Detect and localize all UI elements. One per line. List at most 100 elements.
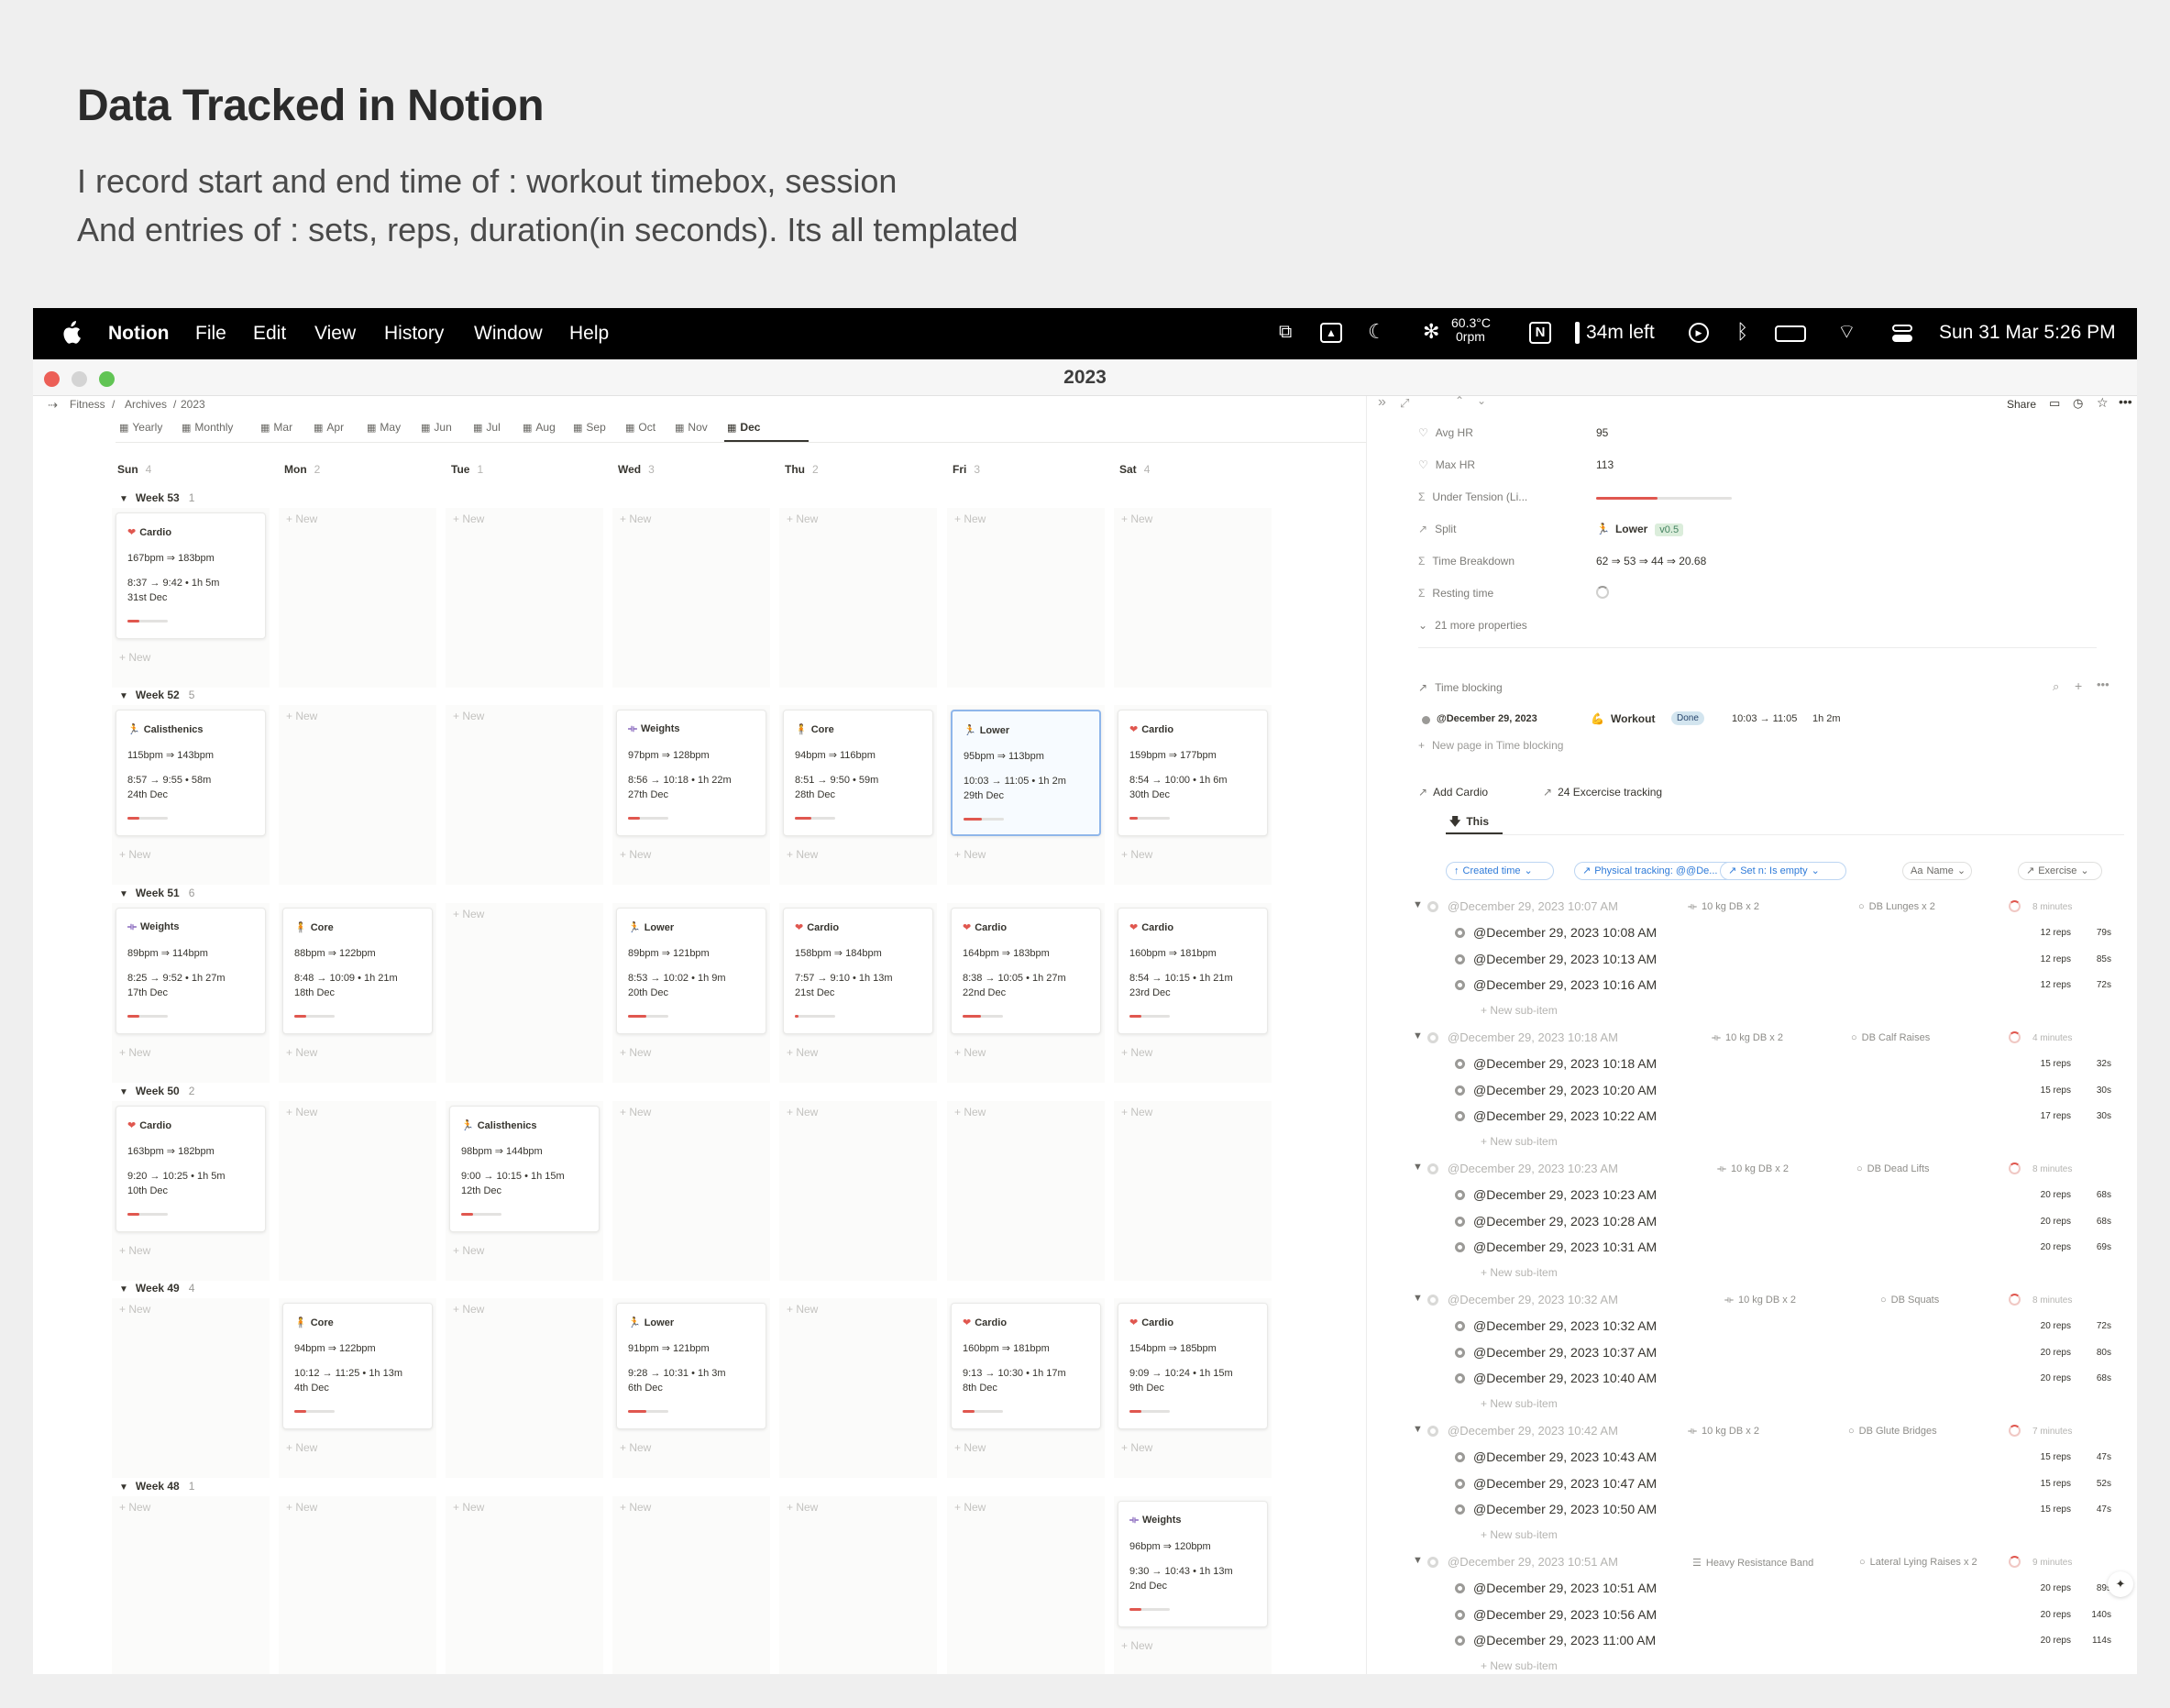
new-card-button[interactable]: + New [119,1046,150,1059]
workout-card[interactable]: ⟛ Weights 97bpm ⇒ 128bpm 8:56 → 10:18 • 1h … [616,710,766,836]
sidebar-collapse-icon[interactable]: » [1378,396,1386,411]
new-card-button[interactable]: + New [620,1501,651,1514]
favorite-star-icon[interactable]: ☆ [2097,396,2109,411]
more-options-icon[interactable]: ••• [2119,396,2132,409]
view-tab-nov[interactable]: ▦ Nov [675,421,708,434]
workout-card[interactable]: 🏃 Lower 91bpm ⇒ 121bpm 9:28 → 10:31 • 1h 3m… [616,1303,766,1429]
view-tab-sep[interactable]: ▦ Sep [573,421,606,434]
subitem-row[interactable]: @December 29, 2023 10:16 AM 12 reps 72s [1455,977,2124,997]
view-tab-yearly[interactable]: ▦ Yearly [119,421,162,434]
chevron-down-icon[interactable]: ▼ [119,889,128,899]
new-sub-item-button[interactable]: + New sub-item [1481,1135,1558,1148]
subitem-group-row[interactable]: ▼ @December 29, 2023 10:32 AM ⟛ 10 kg DB x … [1413,1293,2128,1311]
workout-card[interactable]: 🧍 Core 94bpm ⇒ 116bpm 8:51 → 9:50 • 59m 28th… [783,710,933,836]
new-card-button[interactable]: + New [453,1303,484,1316]
property-row[interactable]: Σ Under Tension (Li... [1418,490,1527,503]
week-header[interactable]: ▼ Week 52 5 [119,689,194,701]
week-header[interactable]: ▼ Week 51 6 [119,887,194,899]
view-tab-monthly[interactable]: ▦ Monthly [182,421,233,434]
subitem-row[interactable]: @December 29, 2023 10:32 AM 20 reps 72s [1455,1318,2124,1339]
add-cardio-link[interactable]: ↗ Add Cardio [1418,786,1488,799]
workout-card[interactable]: ❤ Cardio 158bpm ⇒ 184bpm 7:57 → 9:10 • 1h 1… [783,908,933,1034]
wifi-icon[interactable]: ⌔ [1837,319,1856,345]
chevron-down-icon[interactable]: ▼ [119,691,128,701]
new-sub-item-button[interactable]: + New sub-item [1481,1004,1558,1017]
new-card-button[interactable]: + New [1121,1106,1152,1118]
new-card-button[interactable]: + New [787,1046,818,1059]
new-card-button[interactable]: + New [453,908,484,920]
filter-pill[interactable]: ↑ Created time ⌄ [1446,862,1554,880]
subitem-row[interactable]: @December 29, 2023 10:56 AM 20 reps 140s [1455,1607,2124,1627]
week-header[interactable]: ▼ Week 48 1 [119,1480,194,1493]
bluetooth-icon[interactable]: ᛒ [1736,320,1748,344]
new-card-button[interactable]: + New [286,1501,317,1514]
chevron-down-icon[interactable]: ▼ [119,494,128,504]
new-card-button[interactable]: + New [1121,512,1152,525]
new-card-button[interactable]: + New [620,848,651,861]
nav-up-icon[interactable]: ⌃ [1455,396,1464,407]
chevron-down-icon[interactable]: ▼ [1413,1424,1423,1435]
menu-window[interactable]: Window [474,323,543,345]
new-card-button[interactable]: + New [620,1106,651,1118]
split-value[interactable]: 🏃 Lower v0.5 [1596,523,1684,536]
more-properties-toggle[interactable]: ⌄ 21 more properties [1418,619,1527,632]
subitem-row[interactable]: @December 29, 2023 10:37 AM 20 reps 80s [1455,1345,2124,1365]
subitem-row[interactable]: @December 29, 2023 10:31 AM 20 reps 69s [1455,1240,2124,1260]
new-sub-item-button[interactable]: + New sub-item [1481,1266,1558,1279]
time-blocking-header[interactable]: ↗ Time blocking [1418,681,1503,694]
battery-icon[interactable] [1775,325,1806,342]
subitem-row[interactable]: @December 29, 2023 11:00 AM 20 reps 114s [1455,1633,2124,1653]
view-tab-apr[interactable]: ▦ Apr [314,421,344,434]
fan-icon[interactable]: ✻ [1423,320,1439,344]
property-row[interactable]: ↗ Split [1418,523,1456,535]
view-tab-jun[interactable]: ▦ Jun [421,421,452,434]
new-card-button[interactable]: + New [954,512,986,525]
menubar-clock[interactable]: Sun 31 Mar 5:26 PM [1939,322,2116,344]
share-button[interactable]: Share [2007,398,2036,411]
subitem-group-row[interactable]: ▼ @December 29, 2023 10:23 AM ⟛ 10 kg DB x … [1413,1162,2128,1180]
apple-logo-icon[interactable] [61,321,81,345]
ai-assist-button[interactable]: ✦ [2108,1571,2133,1597]
new-page-time-blocking[interactable]: + New page in Time blocking [1418,739,1563,752]
menu-edit[interactable]: Edit [253,323,286,345]
new-card-button[interactable]: + New [620,1046,651,1059]
time-block-name[interactable]: Workout [1611,712,1655,725]
chevron-down-icon[interactable]: ▼ [119,1087,128,1097]
new-card-button[interactable]: + New [119,1244,150,1257]
subitem-row[interactable]: @December 29, 2023 10:13 AM 12 reps 85s [1455,952,2124,972]
new-card-button[interactable]: + New [1121,1046,1152,1059]
subitem-row[interactable]: @December 29, 2023 10:22 AM 17 reps 30s [1455,1108,2124,1129]
workout-card[interactable]: ⟛ Weights 96bpm ⇒ 120bpm 9:30 → 10:43 • 1h … [1118,1501,1268,1627]
workout-card[interactable]: ❤ Cardio 160bpm ⇒ 181bpm 9:13 → 10:30 • 1h … [951,1303,1101,1429]
menu-view[interactable]: View [314,323,356,345]
subitem-row[interactable]: @December 29, 2023 10:28 AM 20 reps 68s [1455,1214,2124,1234]
workout-card[interactable]: ❤ Cardio 159bpm ⇒ 177bpm 8:54 → 10:00 • 1h … [1118,710,1268,836]
new-card-button[interactable]: + New [119,1501,150,1514]
new-card-button[interactable]: + New [286,710,317,722]
week-header[interactable]: ▼ Week 53 1 [119,491,194,504]
new-card-button[interactable]: + New [954,1501,986,1514]
menu-help[interactable]: Help [569,323,609,345]
new-card-button[interactable]: + New [954,1046,986,1059]
chevron-down-icon[interactable]: ▼ [119,1482,128,1493]
new-card-button[interactable]: + New [787,1501,818,1514]
add-icon[interactable]: + [2075,678,2082,693]
play-icon[interactable]: ▶ [1689,323,1709,343]
new-card-button[interactable]: + New [954,848,986,861]
subitem-row[interactable]: @December 29, 2023 10:40 AM 20 reps 68s [1455,1371,2124,1391]
new-card-button[interactable]: + New [286,1046,317,1059]
chevron-down-icon[interactable]: ▼ [1413,899,1423,910]
new-card-button[interactable]: + New [453,1501,484,1514]
history-clock-icon[interactable]: ◷ [2073,396,2083,411]
workout-card[interactable]: 🏃 Lower 89bpm ⇒ 121bpm 8:53 → 10:02 • 1h 9m… [616,908,766,1034]
new-card-button[interactable]: + New [119,1303,150,1316]
view-tab-may[interactable]: ▦ May [367,421,401,434]
subitem-row[interactable]: @December 29, 2023 10:47 AM 15 reps 52s [1455,1476,2124,1496]
property-row[interactable]: ♡ Avg HR [1418,426,1473,439]
moon-icon[interactable]: ☾ [1368,320,1386,344]
chevron-down-icon[interactable]: ▼ [1413,1555,1423,1566]
time-block-date[interactable]: @December 29, 2023 [1437,713,1537,724]
subitem-group-row[interactable]: ▼ @December 29, 2023 10:42 AM ⟛ 10 kg DB x … [1413,1424,2128,1442]
workout-card[interactable]: 🧍 Core 88bpm ⇒ 122bpm 8:48 → 10:09 • 1h 21m… [282,908,433,1034]
new-card-button[interactable]: + New [787,1106,818,1118]
